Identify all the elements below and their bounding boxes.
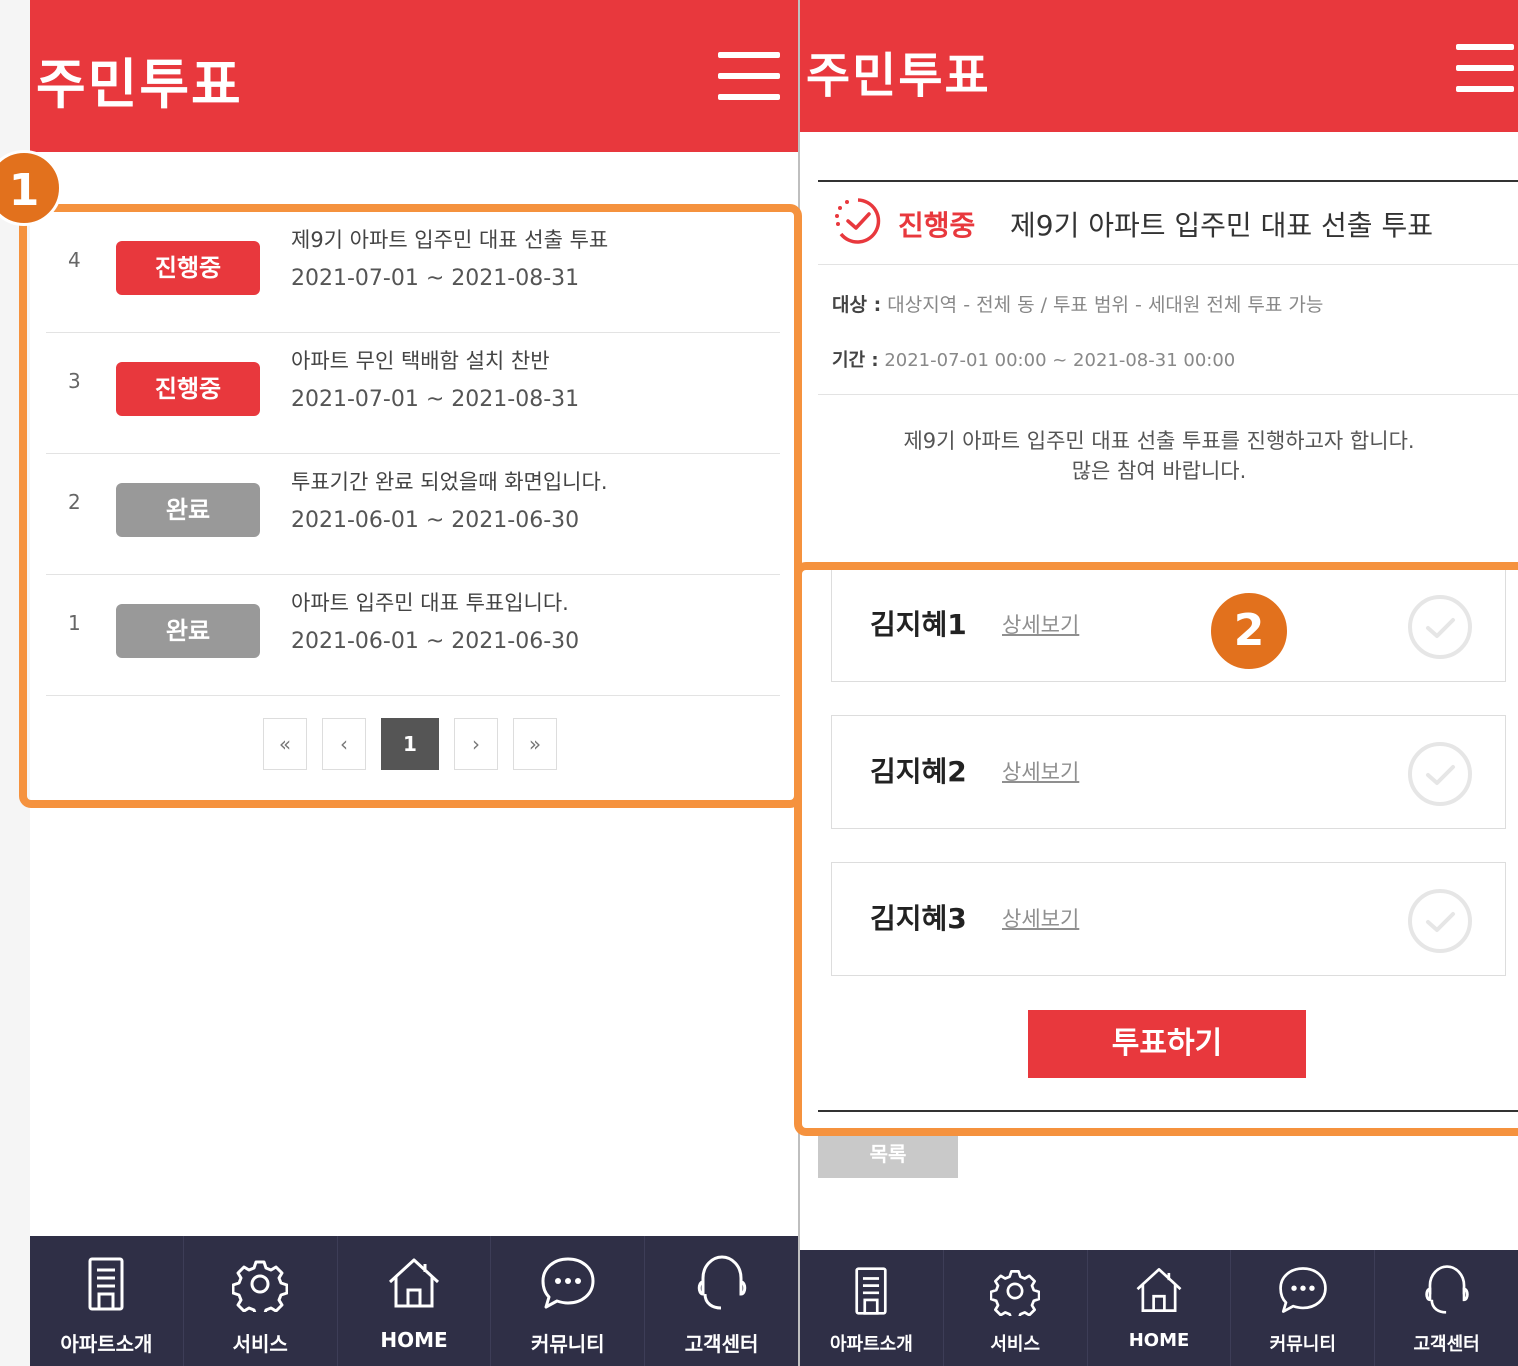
chat-icon [541,1257,595,1309]
app-header: 주민투표 [800,0,1518,132]
target-info: 대상 : 대상지역 - 전체 동 / 투표 범위 - 세대원 전체 투표 가능 [832,290,1323,317]
nav-label: HOME [380,1328,448,1352]
divider [818,264,1518,265]
nav-label: 서비스 [232,1332,288,1356]
nav-item-apartment[interactable]: 아파트소개 [30,1236,184,1366]
nav-label: 고객센터 [684,1332,759,1356]
nav-item-community[interactable]: 커뮤니티 [1231,1250,1376,1366]
annotation-box-2 [794,562,1518,1136]
nav-item-service[interactable]: 서비스 [184,1236,338,1366]
app-header: 주민투표 [30,0,798,152]
divider [818,394,1518,395]
description-line: 제9기 아파트 입주민 대표 선출 투표를 진행하고자 합니다. [903,429,1415,453]
nav-item-service[interactable]: 서비스 [944,1250,1088,1366]
in-progress-check-icon [835,198,881,244]
list-button[interactable]: 목록 [818,1130,958,1178]
building-icon [88,1257,124,1311]
nav-item-support[interactable]: 고객센터 [1375,1250,1518,1366]
period-value: 2021-07-01 00:00 ~ 2021-08-31 00:00 [884,350,1236,371]
bottom-nav: 아파트소개 서비스 HOME 커뮤니티 고객센터 [800,1250,1518,1366]
menu-icon[interactable] [1456,44,1514,92]
target-value: 대상지역 - 전체 동 / 투표 범위 - 세대원 전체 투표 가능 [887,294,1324,316]
page-title: 주민투표 [36,53,243,116]
menu-icon[interactable] [718,52,780,100]
home-icon [1136,1268,1182,1312]
nav-label: 고객센터 [1413,1334,1480,1355]
nav-label: 아파트소개 [829,1334,913,1355]
nav-label: 커뮤니티 [1269,1334,1336,1355]
annotation-box-1 [19,204,802,808]
home-icon [388,1258,439,1308]
vote-detail-title: 제9기 아파트 입주민 대표 선출 투표 [1010,209,1433,242]
gear-icon [232,1260,289,1312]
nav-label: HOME [1128,1330,1190,1351]
period-info: 기간 : 2021-07-01 00:00 ~ 2021-08-31 00:00 [832,346,1235,372]
annotation-marker-2: 2 [1208,590,1290,672]
nav-item-community[interactable]: 커뮤니티 [491,1236,646,1366]
nav-item-home[interactable]: HOME [1088,1250,1232,1366]
headset-icon [697,1255,746,1310]
divider [818,180,1518,182]
nav-label: 아파트소개 [60,1332,153,1356]
nav-item-apartment[interactable]: 아파트소개 [800,1250,944,1366]
nav-label: 서비스 [990,1334,1041,1355]
nav-item-home[interactable]: HOME [338,1236,492,1366]
nav-item-support[interactable]: 고객센터 [645,1236,798,1366]
building-icon [855,1267,888,1315]
bottom-nav: 아파트소개 서비스 HOME 커뮤니티 고객센터 [30,1236,798,1366]
vote-description: 제9기 아파트 입주민 대표 선출 투표를 진행하고자 합니다. 많은 참여 바… [800,426,1518,486]
status-label: 진행중 [898,209,976,242]
nav-label: 커뮤니티 [530,1332,605,1356]
headset-icon [1424,1265,1469,1314]
target-label: 대상 : [832,294,882,316]
period-label: 기간 : [832,350,879,371]
page-title: 주민투표 [806,48,991,104]
description-line: 많은 참여 바랍니다. [1071,459,1247,483]
gear-icon [990,1270,1041,1316]
chat-icon [1279,1267,1327,1313]
